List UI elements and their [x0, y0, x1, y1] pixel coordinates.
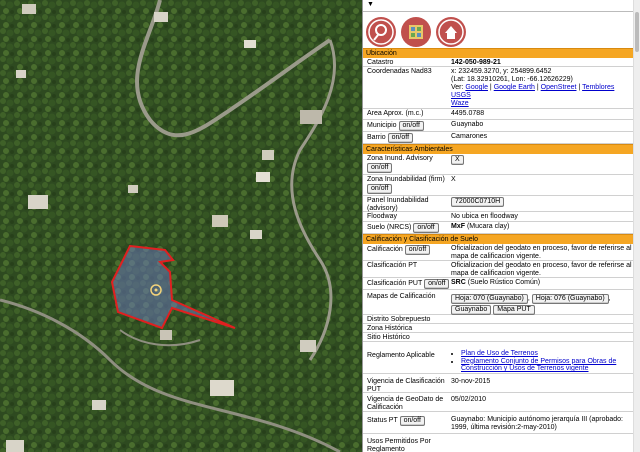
- label: Suelo (NRCS) on/off: [367, 223, 449, 233]
- label: Barrio on/off: [367, 133, 449, 143]
- row-vigencia-geodato: Vigencia de GeoDato de Calificación 05/0…: [363, 393, 635, 412]
- row-clasif-put: Clasificación PUT on/off SRC (Suelo Rúst…: [363, 278, 635, 290]
- panel-topbar: ▼: [363, 0, 640, 12]
- row-catastro: Catastro 142-050-989-21: [363, 58, 635, 67]
- row-usos: Usos Permitidos Por Reglamento: [363, 434, 635, 452]
- value: 142-050-989-21: [451, 59, 501, 66]
- suelo-code: MxF: [451, 223, 465, 230]
- row-barrio: Barrio on/off Camarones: [363, 132, 635, 144]
- zona-inund-onoff-button[interactable]: on/off: [367, 163, 393, 173]
- label: Calificación on/off: [367, 245, 449, 255]
- mapa-put-button[interactable]: Mapa PUT: [493, 305, 535, 315]
- panel-inund-value[interactable]: 72000C0710H: [451, 197, 505, 207]
- label: Reglamento Aplicable: [367, 352, 435, 359]
- row-clasif-pt: Clasificación PT Oficializacion del geod…: [363, 261, 635, 278]
- label: Vigencia de Clasificación PUT: [367, 378, 445, 393]
- row-reglamento: Reglamento Aplicable Plan de Uso de Terr…: [363, 342, 635, 374]
- map-imagery[interactable]: [0, 0, 362, 452]
- value: Camarones: [451, 133, 488, 140]
- municipio-onoff-button[interactable]: on/off: [398, 121, 424, 131]
- row-zona-historica: Zona Histórica: [363, 324, 635, 333]
- hoja-070-button[interactable]: Hoja: 070 (Guaynabo): [451, 294, 528, 304]
- barrio-onoff-button[interactable]: on/off: [387, 133, 414, 143]
- label: Municipio on/off: [367, 121, 449, 131]
- label: Panel Inundabilidad (advisory): [367, 197, 429, 212]
- value: Guaynabo: [451, 121, 484, 128]
- link-google-earth[interactable]: Google Earth: [494, 84, 535, 91]
- value: X: [451, 176, 456, 183]
- label: Usos Permitidos Por Reglamento: [367, 438, 431, 452]
- row-mapas: Mapas de Calificación Hoja: 070 (Guaynab…: [363, 290, 635, 315]
- clasif-put-desc: (Suelo Rústico Común): [467, 279, 541, 286]
- scrollbar-thumb[interactable]: [635, 12, 639, 52]
- value: Oficializacion del geodato en proceso, f…: [451, 245, 632, 260]
- label: Zona Histórica: [367, 325, 413, 332]
- label: Status PT on/off: [367, 416, 449, 426]
- link-openstreet[interactable]: OpenStreet: [541, 84, 577, 91]
- label: Floodway: [367, 213, 397, 220]
- info-panel: ▼ Ubicación Catastro 142-050-989-21 Coor…: [362, 0, 640, 452]
- label: Sitio Histórico: [367, 334, 410, 341]
- collapse-caret-icon[interactable]: ▼: [367, 1, 374, 8]
- link-reglamento-conjunto[interactable]: Reglamento Conjunto de Permisos para Obr…: [461, 358, 616, 373]
- calificacion-onoff-button[interactable]: on/off: [404, 245, 431, 255]
- label: Zona Inundabilidad (firm) on/off: [367, 176, 445, 194]
- row-status-pt: Status PT on/off Guaynabo: Municipio aut…: [363, 412, 635, 434]
- link-waze[interactable]: Waze: [451, 100, 469, 107]
- section-ambientales: Características Ambientales: [363, 144, 638, 154]
- tool-icon[interactable]: [366, 17, 396, 47]
- label: Vigencia de GeoDato de Calificación: [367, 396, 444, 411]
- guaynabo-map-button[interactable]: Guaynabo: [451, 305, 492, 315]
- row-area: Area Aprox. (m.c.) 4495.0788: [363, 109, 635, 120]
- row-zona-inund-firm: Zona Inundabilidad (firm) on/off X: [363, 175, 635, 196]
- section-ubicacion: Ubicación: [363, 48, 640, 58]
- label: Area Aprox. (m.c.): [367, 110, 424, 117]
- row-vigencia-put: Vigencia de Clasificación PUT 30-nov-201…: [363, 374, 635, 393]
- row-floodway: Floodway No ubica en floodway: [363, 212, 635, 222]
- row-panel-inund: Panel Inundabilidad (advisory) 72000C071…: [363, 196, 635, 212]
- coords-xy: x: 232459.3270, y: 254899.6452: [451, 68, 552, 75]
- attributes-table: Catastro 142-050-989-21 Coordenadas Nad8…: [363, 58, 640, 452]
- clasif-put-onoff-button[interactable]: on/off: [424, 279, 450, 289]
- label: Coordenadas Nad83: [367, 68, 432, 75]
- label: Distrito Sobrepuesto: [367, 316, 431, 323]
- satellite-map[interactable]: [0, 0, 362, 452]
- ver-label: Ver:: [451, 84, 464, 91]
- hoja-076-button[interactable]: Hoja: 076 (Guaynabo): [531, 294, 609, 304]
- zona-inund-value[interactable]: X: [451, 155, 464, 165]
- crim-logo-icon[interactable]: [401, 17, 431, 47]
- value: x: 232459.3270, y: 254899.6452 (Lat: 18.…: [451, 68, 633, 108]
- section-calificacion: Calificación y Clasificación de Suelo: [363, 234, 638, 244]
- row-sitio-historico: Sitio Histórico: [363, 333, 635, 342]
- suelo-onoff-button[interactable]: on/off: [413, 223, 439, 233]
- value: Guaynabo: Municipio autónomo jerarquía I…: [451, 416, 623, 431]
- row-calificacion: Calificación on/off Oficializacion del g…: [363, 244, 635, 261]
- link-google[interactable]: Google: [465, 84, 488, 91]
- clasif-put-code: SRC: [451, 279, 466, 286]
- value: 4495.0788: [451, 110, 485, 117]
- suelo-desc: (Mucara clay): [466, 223, 510, 230]
- value: Oficializacion del geodato en proceso, f…: [451, 262, 632, 277]
- house-pin-icon[interactable]: [436, 17, 466, 47]
- zona-firm-onoff-button[interactable]: on/off: [367, 184, 393, 194]
- row-coordenadas: Coordenadas Nad83 x: 232459.3270, y: 254…: [363, 67, 635, 109]
- label: Clasificación PT: [367, 262, 418, 269]
- label: Clasificación PUT on/off: [367, 279, 451, 289]
- label: Mapas de Calificación: [367, 293, 436, 300]
- coords-latlon: (Lat: 18.32910261, Lon: -66.12626229): [451, 76, 573, 83]
- panel-scrollbar[interactable]: [633, 0, 640, 452]
- status-pt-onoff-button[interactable]: on/off: [399, 416, 425, 426]
- value: 05/02/2010: [451, 396, 487, 403]
- link-plan-uso-terrenos[interactable]: Plan de Uso de Terrenos: [461, 350, 538, 357]
- row-suelo: Suelo (NRCS) on/off MxF (Mucara clay): [363, 222, 635, 234]
- value: No ubica en floodway: [451, 213, 518, 220]
- value: 30-nov-2015: [451, 378, 491, 385]
- label: Zona Inund. Advisory on/off: [367, 155, 433, 173]
- toolbar-icons: [363, 12, 640, 48]
- label: Catastro: [367, 59, 394, 66]
- row-zona-inund-advisory: Zona Inund. Advisory on/off X: [363, 154, 635, 175]
- row-distrito: Distrito Sobrepuesto: [363, 315, 635, 324]
- row-municipio: Municipio on/off Guaynabo: [363, 120, 635, 132]
